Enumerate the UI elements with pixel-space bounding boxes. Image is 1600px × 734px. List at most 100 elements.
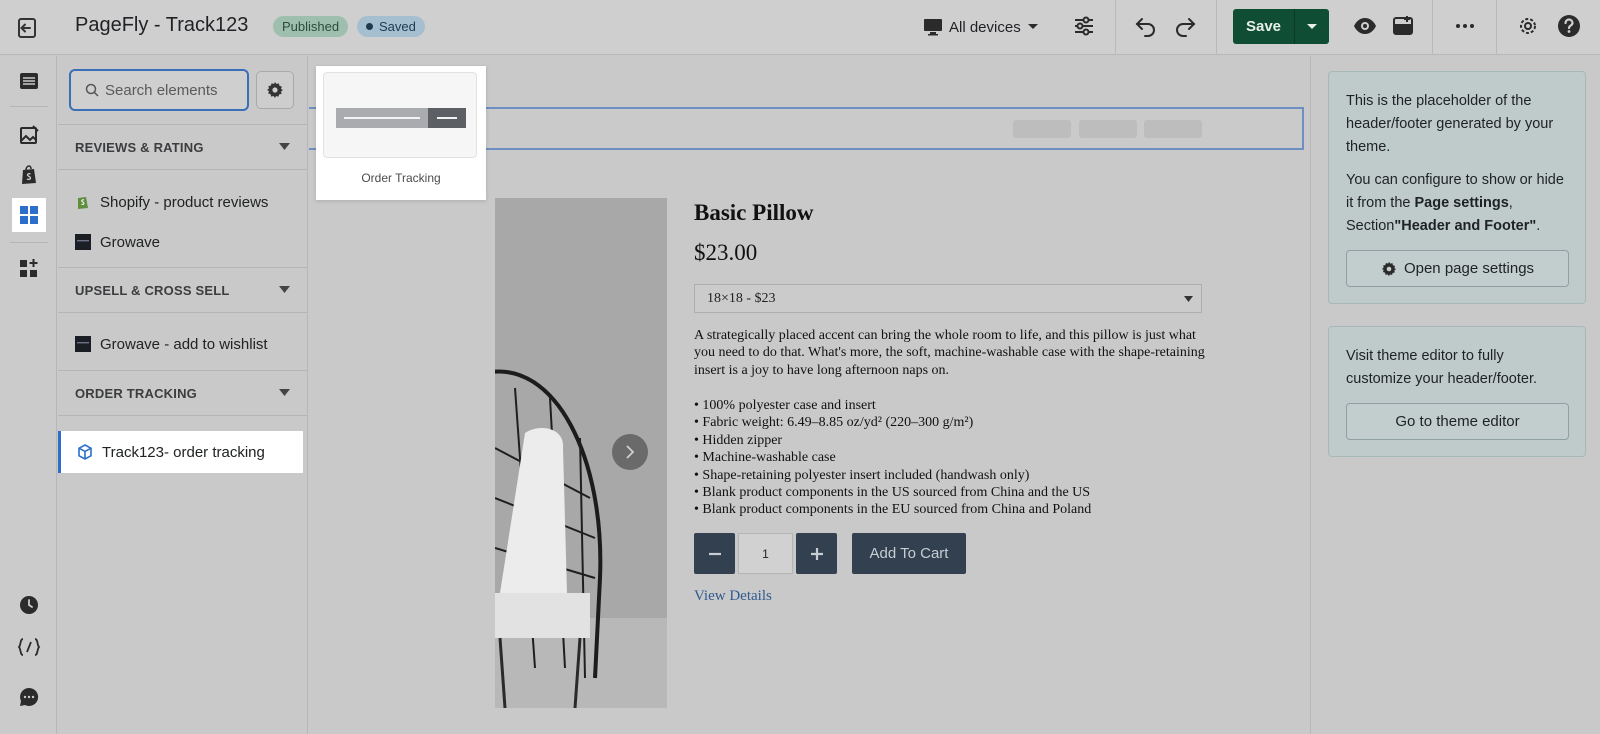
divider: [10, 242, 48, 243]
gear-icon: [267, 82, 283, 98]
exit-icon[interactable]: [14, 15, 40, 41]
feature-item: • Blank product components in the US sou…: [694, 485, 1091, 501]
chevron-down-icon: [279, 389, 290, 396]
page-settings-label: Page settings: [1414, 195, 1509, 211]
device-selector[interactable]: All devices: [923, 15, 1039, 39]
info-text: Visit theme editor to fully customize yo…: [1346, 348, 1538, 387]
elements-icon[interactable]: [12, 198, 46, 232]
top-bar: PageFly - Track123 Published Saved All d…: [0, 0, 1600, 55]
chevron-down-icon: [279, 143, 290, 150]
saved-dot-icon: [366, 23, 373, 30]
preview-eye-icon[interactable]: [1352, 13, 1378, 39]
product-description: A strategically placed accent can bring …: [694, 328, 1205, 378]
carousel-next-button[interactable]: [612, 434, 648, 470]
button-label: Open page settings: [1403, 260, 1535, 277]
gear-icon: [1381, 261, 1397, 276]
quantity-increase-button[interactable]: [796, 533, 837, 574]
variant-select-value: 18×18 - $23: [707, 290, 776, 306]
panel-settings-button[interactable]: [256, 71, 294, 109]
add-to-cart-button[interactable]: Add To Cart: [852, 533, 966, 574]
element-item-track123[interactable]: Track123- order tracking: [58, 431, 303, 473]
preview-thumbnail: [323, 72, 477, 158]
placeholder-nav-item: [1144, 120, 1202, 138]
quantity-decrease-button[interactable]: [694, 533, 735, 574]
element-preview-card[interactable]: Order Tracking: [316, 66, 486, 200]
saved-badge-label: Saved: [379, 19, 416, 34]
section-title: ORDER TRACKING: [75, 385, 197, 401]
element-item-shopify-reviews[interactable]: Shopify - product reviews: [58, 182, 308, 222]
publish-icon[interactable]: [1390, 13, 1416, 39]
search-input[interactable]: [105, 81, 235, 99]
page-title: PageFly - Track123: [75, 14, 249, 36]
undo-icon[interactable]: [1133, 13, 1159, 39]
element-item-label: Growave - add to wishlist: [100, 335, 268, 353]
chevron-right-icon: [626, 445, 635, 459]
element-item-growave-wishlist[interactable]: Growave - add to wishlist: [58, 324, 308, 364]
shopify-icon: [78, 197, 88, 209]
view-details-link[interactable]: View Details: [694, 588, 772, 605]
section-upsell-cross-sell[interactable]: UPSELL & CROSS SELL: [58, 267, 308, 313]
product-title: Basic Pillow: [694, 200, 814, 225]
help-icon[interactable]: [1556, 13, 1582, 39]
chevron-down-icon: [1027, 24, 1038, 29]
caret-down-icon: [1184, 296, 1193, 302]
product-features: • 100% polyester case and insert • Fabri…: [694, 397, 1214, 519]
go-to-theme-editor-button[interactable]: Go to theme editor: [1346, 403, 1569, 440]
divider: [1432, 0, 1433, 55]
save-dropdown-button[interactable]: [1295, 9, 1329, 44]
preview-label: Order Tracking: [361, 171, 441, 185]
divider: [10, 106, 48, 107]
pages-icon[interactable]: [12, 64, 46, 98]
chat-icon[interactable]: [12, 680, 46, 714]
chevron-down-icon: [279, 286, 290, 293]
header-footer-info-card: This is the placeholder of the header/fo…: [1328, 71, 1586, 304]
add-section-icon[interactable]: [12, 252, 46, 286]
info-text-settings: You can configure to show or hide it fro…: [1346, 169, 1569, 238]
save-button-group: Save: [1233, 9, 1329, 44]
element-item-label: Growave: [100, 233, 161, 251]
placeholder-nav-item: [1013, 120, 1071, 138]
package-icon: [78, 444, 92, 460]
quantity-input[interactable]: 1: [738, 533, 793, 574]
divider: [1496, 0, 1497, 55]
section-title: UPSELL & CROSS SELL: [75, 282, 230, 298]
history-icon[interactable]: [12, 588, 46, 622]
search-icon: [85, 83, 99, 97]
growave-logo-icon: [75, 234, 91, 250]
feature-item: • Hidden zipper: [694, 432, 783, 448]
desktop-icon: [924, 19, 942, 36]
quantity-stepper: 1: [694, 533, 837, 574]
published-badge: Published: [273, 16, 349, 37]
element-item-growave[interactable]: Growave: [58, 222, 308, 262]
settings-gear-icon[interactable]: [1515, 13, 1541, 39]
section-reviews-rating[interactable]: REVIEWS & RATING: [58, 124, 308, 170]
elements-panel: REVIEWS & RATING Shopify - product revie…: [58, 56, 308, 734]
header-footer-section-label: "Header and Footer": [1394, 218, 1537, 234]
code-icon[interactable]: [12, 630, 46, 664]
element-item-label: Shopify - product reviews: [100, 193, 269, 211]
section-title: REVIEWS & RATING: [75, 139, 204, 155]
preview-button-shape: [428, 108, 466, 128]
product-price: $23.00: [694, 240, 758, 265]
search-box: [69, 69, 249, 111]
feature-item: • Blank product components in the EU sou…: [694, 502, 1092, 518]
shopify-icon[interactable]: [12, 158, 46, 192]
redo-icon[interactable]: [1172, 13, 1198, 39]
more-horizontal-icon[interactable]: [1452, 13, 1478, 39]
variant-select[interactable]: 18×18 - $23: [694, 284, 1202, 313]
divider: [1115, 0, 1116, 55]
theme-editor-card: Visit theme editor to fully customize yo…: [1328, 326, 1586, 457]
device-selector-label: All devices: [949, 18, 1021, 36]
image-icon[interactable]: [12, 118, 46, 152]
left-rail: [0, 56, 57, 734]
sliders-icon[interactable]: [1071, 13, 1097, 39]
divider: [1216, 0, 1217, 55]
section-order-tracking[interactable]: ORDER TRACKING: [58, 370, 308, 416]
feature-item: • Machine-washable case: [694, 450, 836, 466]
info-text: This is the placeholder of the header/fo…: [1346, 93, 1554, 155]
growave-logo-icon: [75, 336, 91, 352]
feature-item: • Fabric weight: 6.49–8.85 oz/yd² (220–3…: [694, 415, 974, 431]
preview-input-shape: [336, 108, 428, 128]
open-page-settings-button[interactable]: Open page settings: [1346, 250, 1569, 287]
save-button[interactable]: Save: [1233, 9, 1295, 44]
